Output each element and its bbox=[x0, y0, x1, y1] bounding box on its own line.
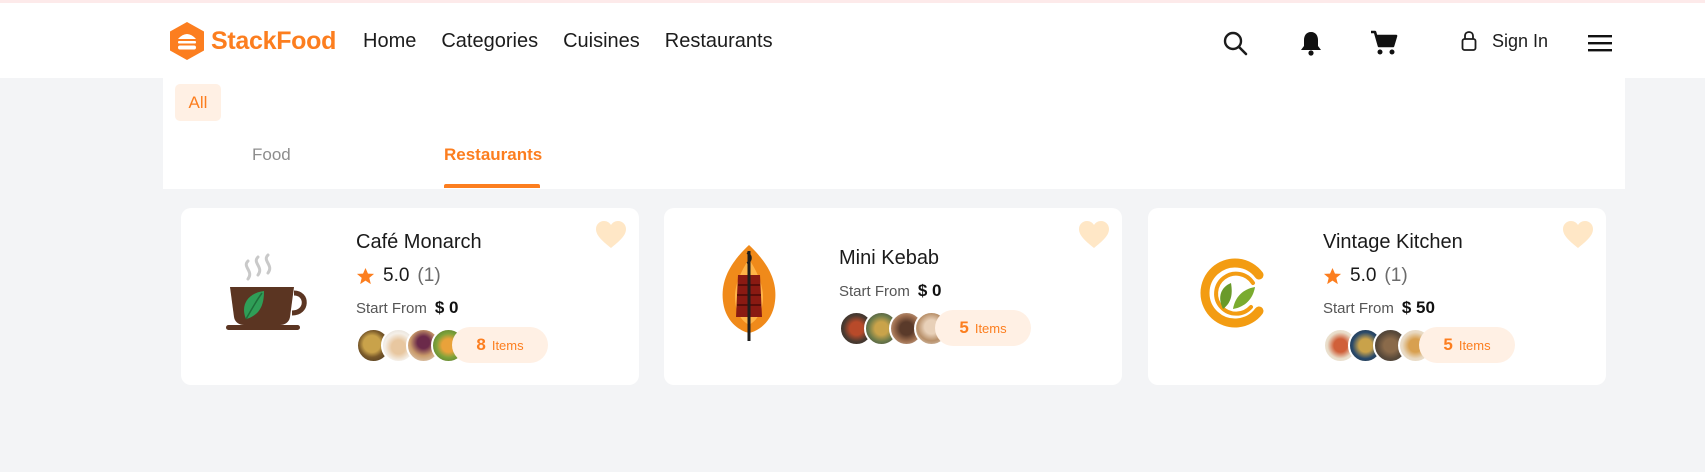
rating-score: 5.0 bbox=[1350, 265, 1377, 286]
menu-icon[interactable] bbox=[1588, 33, 1612, 53]
favorite-heart-icon[interactable] bbox=[595, 220, 627, 250]
food-thumbnails: 5 Items bbox=[839, 310, 1031, 346]
active-tab-indicator bbox=[444, 184, 540, 188]
favorite-heart-icon[interactable] bbox=[1078, 220, 1110, 250]
start-price: Start From $ 0 bbox=[356, 298, 548, 318]
star-icon bbox=[1323, 267, 1342, 284]
start-price-value: $ 50 bbox=[1401, 298, 1435, 317]
review-count: (1) bbox=[1384, 265, 1408, 286]
main-nav: Home Categories Cuisines Restaurants bbox=[363, 30, 798, 53]
rating: 5.0 (1) bbox=[1323, 265, 1515, 287]
rating-score: 5.0 bbox=[383, 265, 410, 286]
start-price: Start From $ 50 bbox=[1323, 298, 1515, 318]
tab-restaurants[interactable]: Restaurants bbox=[444, 145, 542, 165]
restaurant-card[interactable]: Vintage Kitchen 5.0 (1) Start From $ 50 … bbox=[1148, 208, 1606, 385]
start-price-label: Start From bbox=[839, 283, 910, 300]
filter-chip-all[interactable]: All bbox=[175, 84, 221, 121]
restaurant-card[interactable]: Café Monarch 5.0 (1) Start From $ 0 8 It… bbox=[181, 208, 639, 385]
nav-home[interactable]: Home bbox=[363, 30, 416, 53]
navbar: StackFood Home Categories Cuisines Resta… bbox=[0, 3, 1705, 78]
items-count: 8 bbox=[476, 335, 486, 354]
restaurant-logo bbox=[699, 238, 799, 348]
tab-food[interactable]: Food bbox=[252, 145, 291, 165]
restaurant-name: Mini Kebab bbox=[839, 247, 940, 269]
items-count-badge[interactable]: 5 Items bbox=[935, 310, 1031, 346]
sign-in-label: Sign In bbox=[1492, 30, 1549, 51]
restaurant-info: Vintage Kitchen 5.0 (1) Start From $ 50 … bbox=[1323, 231, 1515, 363]
start-price-value: $ 0 bbox=[434, 298, 459, 317]
restaurant-info: Mini Kebab Start From $ 0 5 Items bbox=[839, 247, 1031, 346]
nav-cuisines[interactable]: Cuisines bbox=[563, 30, 640, 53]
filter-panel: All Food Restaurants bbox=[163, 78, 1625, 189]
items-count-badge[interactable]: 8 Items bbox=[452, 327, 548, 363]
items-label: Items bbox=[491, 337, 524, 353]
cart-icon[interactable] bbox=[1370, 29, 1398, 57]
restaurant-info: Café Monarch 5.0 (1) Start From $ 0 8 It… bbox=[356, 231, 548, 363]
start-price-label: Start From bbox=[1323, 300, 1394, 317]
sign-in-button[interactable]: Sign In bbox=[1460, 30, 1548, 52]
start-price-label: Start From bbox=[356, 300, 427, 317]
items-count: 5 bbox=[1443, 335, 1453, 354]
rating: 5.0 (1) bbox=[356, 265, 548, 287]
nav-categories[interactable]: Categories bbox=[441, 30, 538, 53]
food-thumbnails: 8 Items bbox=[356, 327, 548, 363]
search-icon[interactable] bbox=[1221, 29, 1249, 57]
burger-logo-icon bbox=[170, 22, 204, 60]
bell-icon[interactable] bbox=[1297, 29, 1325, 57]
start-price-value: $ 0 bbox=[917, 281, 942, 300]
food-thumbnails: 5 Items bbox=[1323, 327, 1515, 363]
start-price: Start From $ 0 bbox=[839, 281, 1031, 301]
review-count: (1) bbox=[417, 265, 441, 286]
lock-icon bbox=[1461, 31, 1477, 51]
restaurant-name: Vintage Kitchen bbox=[1323, 231, 1463, 253]
restaurant-logo bbox=[1183, 238, 1283, 348]
nav-restaurants[interactable]: Restaurants bbox=[665, 30, 773, 53]
brand-logo[interactable]: StackFood bbox=[170, 22, 336, 60]
items-label: Items bbox=[1458, 337, 1491, 353]
restaurant-logo bbox=[216, 238, 316, 348]
items-count: 5 bbox=[959, 318, 969, 337]
star-icon bbox=[356, 267, 375, 284]
restaurant-card[interactable]: Mini Kebab Start From $ 0 5 Items bbox=[664, 208, 1122, 385]
items-label: Items bbox=[974, 320, 1007, 336]
brand-name: StackFood bbox=[211, 26, 337, 55]
items-count-badge[interactable]: 5 Items bbox=[1419, 327, 1515, 363]
favorite-heart-icon[interactable] bbox=[1562, 220, 1594, 250]
restaurant-name: Café Monarch bbox=[356, 231, 482, 253]
